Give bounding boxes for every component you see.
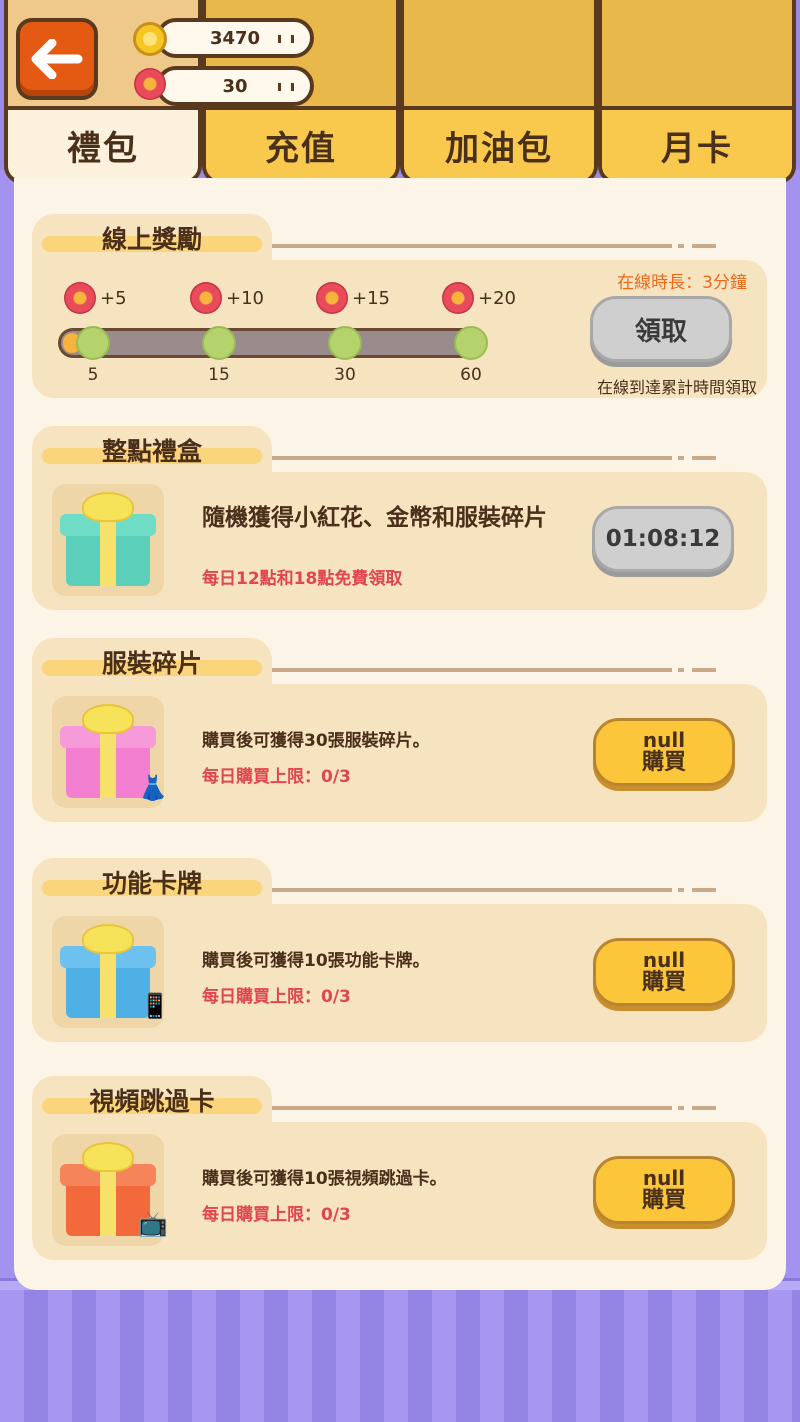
flower-icon [134, 68, 166, 100]
flower-icon [64, 282, 96, 314]
tick-label: 60 [460, 365, 482, 385]
floor [0, 1290, 800, 1422]
pack-title: 視頻跳過卡 [89, 1087, 215, 1116]
tab-bar: 禮包 充值 加油包 月卡 3470 30 [0, 0, 800, 188]
flower-counter: 30 [156, 66, 314, 106]
buy-label: 購買 [641, 969, 686, 995]
claim-hint: 在線到達累計時間領取 [596, 378, 757, 397]
pack-limit: 每日購買上限：0/3 [202, 987, 351, 1007]
hourly-box-desc: 隨機獲得小紅花、金幣和服裝碎片 [202, 505, 547, 531]
clothing-icon: 👗 [138, 774, 168, 802]
online-reward-title: 線上獎勵 [101, 225, 202, 254]
gift-bow [82, 704, 134, 734]
buy-label: 購買 [641, 1187, 686, 1213]
buy-button[interactable]: null 購買 [593, 938, 735, 1006]
coin-counter: 3470 [156, 18, 314, 58]
reward-label: +15 [352, 288, 390, 309]
buy-price: null [642, 947, 686, 972]
pack-desc: 購買後可獲得10張視頻跳過卡。 [202, 1169, 447, 1189]
buy-price: null [642, 1165, 686, 1190]
gift-bow [82, 1142, 134, 1172]
buy-button[interactable]: null 購買 [593, 1156, 735, 1224]
tab-monthly[interactable]: 月卡 [598, 0, 796, 184]
back-button[interactable] [16, 18, 98, 100]
progress-node [202, 326, 236, 360]
tv-icon: 📺 [138, 1210, 168, 1238]
gift-image [52, 484, 164, 596]
reward-label: +5 [100, 288, 127, 309]
buy-button[interactable]: null 購買 [593, 718, 735, 786]
hourly-box-note: 每日12點和18點免費領取 [202, 569, 403, 589]
tab-boost[interactable]: 加油包 [400, 0, 598, 184]
progress-node [328, 326, 362, 360]
claim-button[interactable]: 領取 [590, 296, 732, 362]
coin-value: 3470 [209, 27, 261, 49]
reward-label: +10 [226, 288, 264, 309]
flower-value: 30 [222, 75, 248, 97]
pack-desc: 購買後可獲得10張功能卡牌。 [202, 951, 430, 971]
gift-image: 📱 [52, 916, 170, 1028]
hourly-box-title: 整點禮盒 [101, 437, 202, 466]
tab-recharge-label: 充值 [206, 106, 396, 180]
timer-button[interactable]: 01:08:12 [592, 506, 734, 572]
pack-card: 📱 購買後可獲得10張功能卡牌。 每日購買上限：0/3 null 購買 [32, 904, 767, 1042]
flower-icon [442, 282, 474, 314]
online-reward-card: +5 +10 +15 +20 5 15 30 60 在線時長：3分鐘 領取 在線… [32, 260, 767, 398]
right-wall [786, 170, 800, 1302]
tick-label: 5 [87, 365, 99, 385]
gift-ribbon [100, 514, 116, 586]
online-time: 在線時長：3分鐘 [617, 273, 747, 293]
tab-gift-label: 禮包 [8, 106, 198, 180]
gift-bow [82, 924, 134, 954]
buy-price: null [642, 727, 686, 752]
pack-section: 視頻跳過卡 📺 購買後可獲得10張視頻跳過卡。 每日購買上限：0/3 null … [32, 1076, 767, 1260]
tab-boost-label: 加油包 [404, 106, 594, 180]
tick-label: 15 [208, 365, 230, 385]
pack-card: 👗 購買後可獲得30張服裝碎片。 每日購買上限：0/3 null 購買 [32, 684, 767, 822]
coin-icon [133, 22, 167, 56]
gift-bow [82, 492, 134, 522]
hourly-box-section: 整點禮盒 隨機獲得小紅花、金幣和服裝碎片 每日12點和18點免費領取 01:08… [32, 426, 767, 610]
pack-section: 服裝碎片 👗 購買後可獲得30張服裝碎片。 每日購買上限：0/3 null 購買 [32, 638, 767, 822]
flower-icon [190, 282, 222, 314]
progress-track [58, 328, 486, 358]
progress-node [454, 326, 488, 360]
arrow-left-icon [31, 39, 83, 79]
timer-value: 01:08:12 [605, 526, 721, 552]
flower-icon [316, 282, 348, 314]
pack-card: 📺 購買後可獲得10張視頻跳過卡。 每日購買上限：0/3 null 購買 [32, 1122, 767, 1260]
pack-section: 功能卡牌 📱 購買後可獲得10張功能卡牌。 每日購買上限：0/3 null 購買 [32, 858, 767, 1042]
gift-image: 📺 [52, 1134, 168, 1246]
buy-label: 購買 [641, 749, 686, 775]
pack-desc: 購買後可獲得30張服裝碎片。 [202, 731, 430, 751]
pack-limit: 每日購買上限：0/3 [202, 767, 351, 787]
pack-limit: 每日購買上限：0/3 [202, 1205, 351, 1225]
hourly-box-card: 隨機獲得小紅花、金幣和服裝碎片 每日12點和18點免費領取 01:08:12 [32, 472, 767, 610]
gift-ribbon [100, 726, 116, 798]
online-reward-section: 線上獎勵 +5 +10 +15 +20 5 15 30 60 在線時長：3分鐘 … [32, 214, 767, 398]
progress-node [76, 326, 110, 360]
tick-label: 30 [334, 365, 356, 385]
reward-label: +20 [478, 288, 516, 309]
claim-label: 領取 [634, 316, 687, 347]
gift-ribbon [100, 946, 116, 1018]
phone-icon: 📱 [140, 992, 170, 1020]
gift-ribbon [100, 1164, 116, 1236]
left-wall [0, 170, 14, 1302]
pack-title: 功能卡牌 [101, 869, 202, 898]
gift-image: 👗 [52, 696, 168, 808]
main-panel: 線上獎勵 +5 +10 +15 +20 5 15 30 60 在線時長：3分鐘 … [14, 178, 786, 1290]
pack-title: 服裝碎片 [101, 649, 202, 678]
tab-monthly-label: 月卡 [602, 106, 792, 180]
